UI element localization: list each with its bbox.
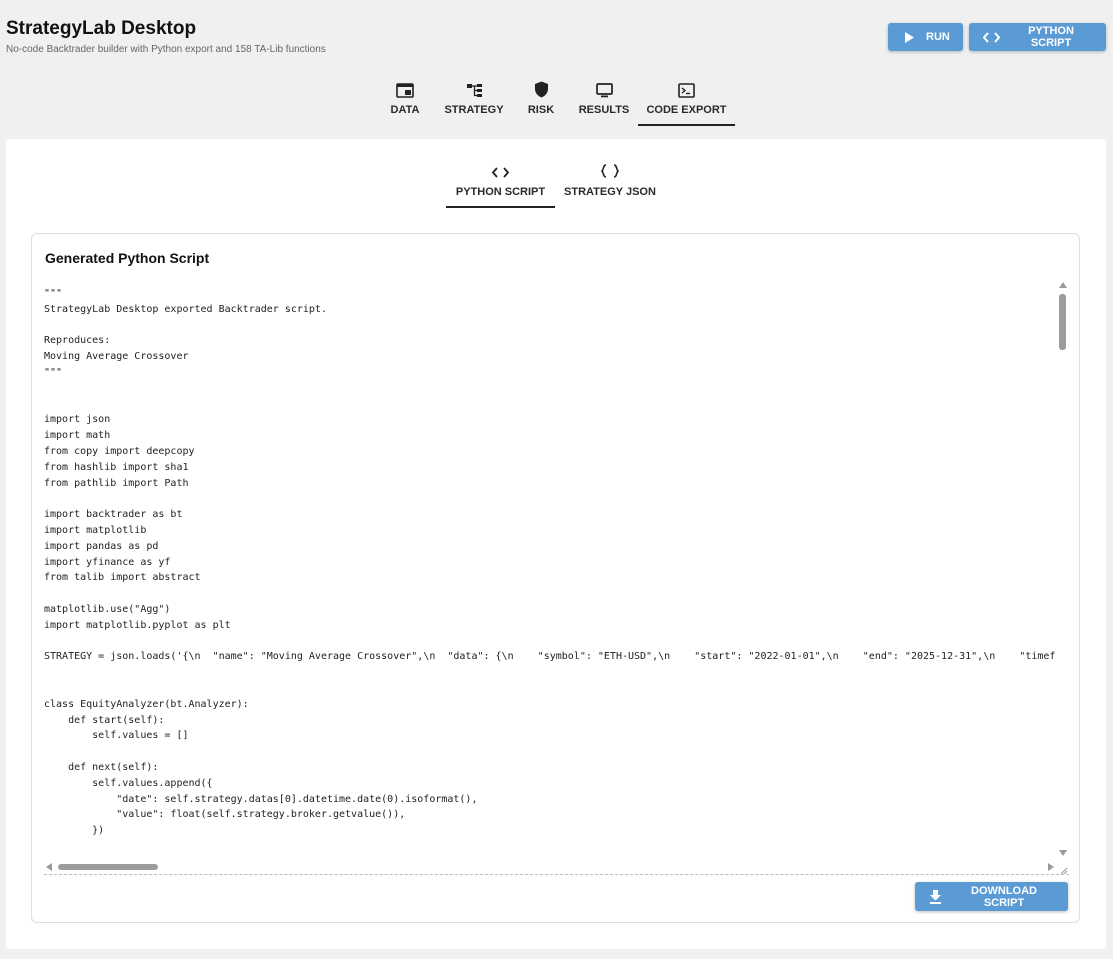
scroll-left-icon[interactable]	[46, 863, 52, 871]
app-title: StrategyLab Desktop	[6, 18, 197, 39]
tab-strategy-label: STRATEGY	[444, 104, 504, 116]
tab-results-label: RESULTS	[578, 104, 630, 116]
code-content: """ StrategyLab Desktop exported Backtra…	[44, 288, 1056, 837]
run-button-label: RUN	[926, 31, 950, 43]
tab-code-export[interactable]: CODE EXPORT	[638, 76, 735, 126]
content-panel: PYTHON SCRIPT STRATEGY JSON Generated Py…	[6, 139, 1106, 949]
scroll-down-icon[interactable]	[1059, 850, 1067, 856]
python-script-button-label: PYTHON SCRIPT	[1028, 25, 1074, 49]
horizontal-scrollbar[interactable]	[44, 862, 1056, 872]
tab-data-label: DATA	[390, 104, 420, 116]
resize-grip-icon[interactable]	[1058, 862, 1068, 874]
code-textarea[interactable]: """ StrategyLab Desktop exported Backtra…	[44, 278, 1069, 875]
vertical-scrollbar[interactable]	[1057, 282, 1069, 856]
download-script-button[interactable]: DOWNLOAD SCRIPT	[915, 882, 1068, 911]
run-button[interactable]: RUN	[888, 23, 963, 51]
tree-icon	[466, 80, 483, 98]
subtab-python-script-label: PYTHON SCRIPT	[455, 186, 546, 198]
python-script-button[interactable]: PYTHON SCRIPT	[969, 23, 1106, 51]
terminal-icon	[678, 80, 695, 98]
tab-data[interactable]: DATA	[374, 76, 436, 126]
shield-icon	[534, 80, 549, 98]
subtab-strategy-json[interactable]: STRATEGY JSON	[555, 160, 665, 208]
vertical-scroll-thumb[interactable]	[1059, 294, 1066, 350]
download-script-label: DOWNLOAD SCRIPT	[971, 884, 1037, 909]
scroll-up-icon[interactable]	[1059, 282, 1067, 288]
app-header: StrategyLab Desktop No-code Backtrader b…	[6, 17, 326, 55]
code-icon	[492, 160, 509, 178]
script-card: Generated Python Script """ StrategyLab …	[31, 233, 1080, 923]
download-icon	[929, 889, 942, 904]
tab-results[interactable]: RESULTS	[570, 76, 638, 126]
card-title: Generated Python Script	[45, 250, 210, 266]
braces-icon	[601, 160, 619, 178]
main-tabs: DATA STRATEGY RISK RESULTS CODE EXPORT	[374, 76, 735, 126]
tab-risk[interactable]: RISK	[512, 76, 570, 126]
header-actions: RUN PYTHON SCRIPT	[888, 23, 1106, 51]
play-icon	[904, 31, 914, 43]
tab-strategy[interactable]: STRATEGY	[436, 76, 512, 126]
horizontal-scroll-thumb[interactable]	[58, 864, 158, 870]
scroll-right-icon[interactable]	[1048, 863, 1054, 871]
subtab-strategy-json-label: STRATEGY JSON	[564, 186, 656, 198]
code-icon	[983, 31, 1000, 43]
monitor-icon	[595, 80, 613, 98]
app-subtitle: No-code Backtrader builder with Python e…	[6, 44, 326, 55]
tab-code-export-label: CODE EXPORT	[646, 104, 727, 116]
tab-risk-label: RISK	[527, 104, 555, 116]
window-icon	[396, 80, 414, 98]
sub-tabs: PYTHON SCRIPT STRATEGY JSON	[446, 160, 665, 208]
subtab-python-script[interactable]: PYTHON SCRIPT	[446, 160, 555, 208]
